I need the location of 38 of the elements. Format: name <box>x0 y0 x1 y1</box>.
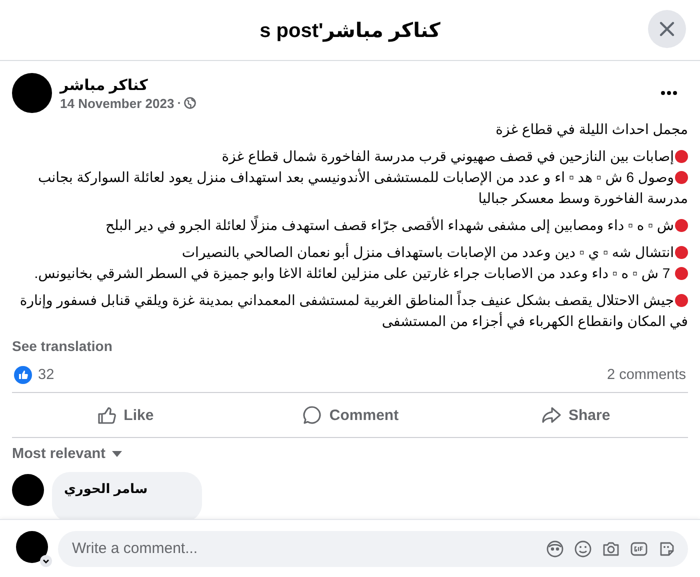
post-paragraph: انتشال شه ▫ ي ▫ دين وعدد من الإصابات باستهداف منزل أبو نعمان الصالحي بالنصيرات <box>12 242 688 263</box>
gif-icon[interactable] <box>630 540 648 558</box>
post-paragraph: مجمل احداث الليلة في قطاع غزة <box>494 120 688 140</box>
chevron-down-icon[interactable] <box>40 554 52 566</box>
sort-dropdown[interactable]: Most relevant <box>12 446 106 462</box>
see-translation-link[interactable]: See translation <box>12 338 112 354</box>
post-paragraph: 7 ش ▫ ه ▫ داء وعدد من الاصابات جراء غارتين على منزلين لعائلة الاغا وابو جميزة في السطر الشرقي بخانيونس. <box>12 263 688 284</box>
post-date[interactable]: 14 November 2023 <box>60 96 174 110</box>
post-paragraph: ش ▫ ه ▫ داء ومصابين إلى مشفى شهداء الأقصى جرّاء قصف استهدف منزلًا لعائلة الجرو في دير البلح <box>12 215 688 236</box>
close-button[interactable] <box>648 10 686 48</box>
comment-button[interactable]: Comment <box>237 393 463 437</box>
globe-icon <box>184 97 196 109</box>
commenter-avatar[interactable] <box>12 474 44 506</box>
emoji-icon[interactable] <box>574 540 592 558</box>
like-reaction-icon <box>14 366 32 384</box>
like-count[interactable]: 32 <box>38 367 54 383</box>
thumbs-up-icon <box>96 404 118 426</box>
comment-count[interactable]: 2 comments <box>607 367 686 383</box>
comment-input-field[interactable]: Write a comment... <box>70 539 546 558</box>
author-avatar[interactable] <box>12 73 52 113</box>
user-avatar[interactable] <box>16 530 48 562</box>
caret-icon[interactable] <box>111 450 124 458</box>
like-button[interactable]: Like <box>12 393 238 437</box>
author-name[interactable]: كناكر مباشر <box>60 76 148 94</box>
comment-field[interactable]: Write a comment... <box>58 530 688 566</box>
avatar-sticker-icon[interactable] <box>546 540 564 558</box>
post-paragraph: جيش الاحتلال يقصف بشكل عنيف جداً المناطق الغربية لمستشفى المعمداني بمدينة غزة ويلقي قنابل فسفور وإنارة في المكان وانقطاع الكهرباء في أجزاء من المستشفى <box>18 290 688 332</box>
camera-icon[interactable] <box>602 540 620 558</box>
share-arrow-icon <box>540 404 562 426</box>
post-paragraph: إصابات بين النازحين في قصف صهيوني قرب مدرسة الفاخورة شمال قطاع غزة <box>12 146 688 167</box>
speech-bubble-icon <box>301 404 324 426</box>
commenter-name[interactable]: سامر الحوري <box>64 481 148 496</box>
post-paragraph: وصول 6 ش ▫ هد ▫ اء و عدد من الإصابات للمستشفى الأندونيسي بعد استهداف منزل يعود لعائلة السواركة بجانب مدرسة الفاخورة وسط معسكر جباليا <box>37 168 688 208</box>
dialog-title: كناكر مباشر's post <box>260 18 440 42</box>
sticker-icon[interactable] <box>658 540 676 558</box>
more-options-icon[interactable] <box>660 90 678 96</box>
close-icon <box>657 19 677 39</box>
share-button[interactable]: Share <box>462 393 688 437</box>
